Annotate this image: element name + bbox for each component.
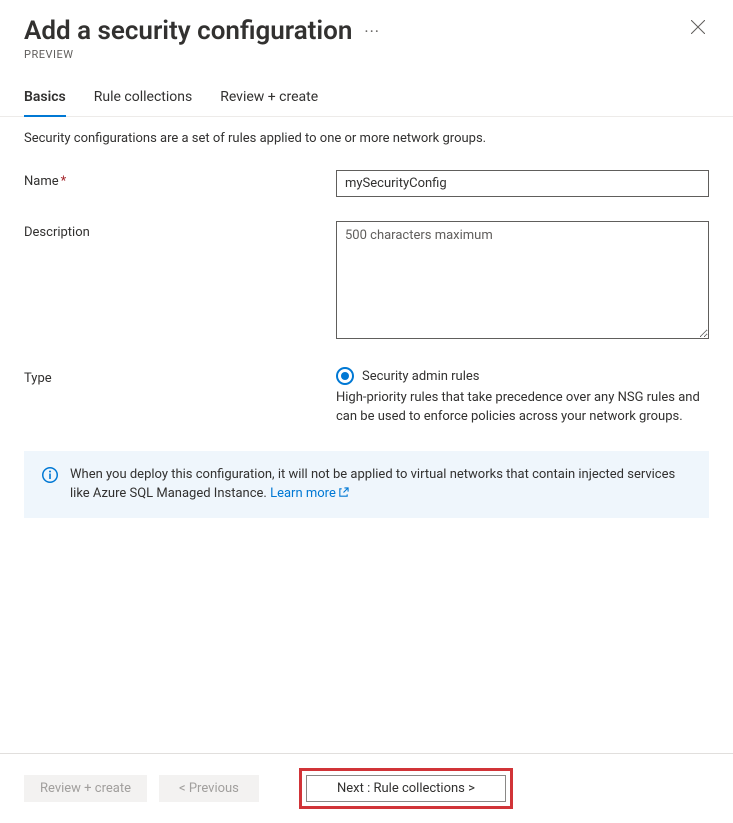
header-left: Add a security configuration ··· PREVIEW [24,16,380,61]
tabs: Basics Rule collections Review + create [0,69,733,117]
radio-security-admin[interactable]: Security admin rules [336,367,709,385]
name-label: Name* [24,170,336,197]
learn-more-text: Learn more [270,486,336,501]
radio-button-icon [336,367,354,385]
description-control [336,221,709,343]
description-label: Description [24,221,336,343]
page-title: Add a security configuration [24,16,352,46]
info-message: When you deploy this configuration, it w… [70,467,675,502]
content: Security configurations are a set of rul… [0,117,733,753]
info-banner: When you deploy this configuration, it w… [24,451,709,518]
name-row: Name* [24,170,709,197]
learn-more-link[interactable]: Learn more [270,486,349,501]
type-row: Type Security admin rules High-priority … [24,367,709,427]
more-icon[interactable]: ··· [364,22,380,41]
highlight-box: Next : Rule collections > [299,768,513,809]
previous-button[interactable]: < Previous [159,775,259,802]
radio-label: Security admin rules [362,369,479,384]
close-icon [691,20,705,34]
preview-label: PREVIEW [24,48,380,61]
description-row: Description [24,221,709,343]
name-control [336,170,709,197]
tab-rule-collections[interactable]: Rule collections [94,89,192,117]
type-label: Type [24,367,336,427]
close-button[interactable] [687,16,709,42]
name-input[interactable] [336,170,709,197]
review-create-button[interactable]: Review + create [24,775,147,802]
footer: Review + create < Previous Next : Rule c… [0,753,733,823]
info-text: When you deploy this configuration, it w… [70,465,691,504]
name-label-text: Name [24,174,59,189]
title-row: Add a security configuration ··· [24,16,380,46]
panel-header: Add a security configuration ··· PREVIEW [0,0,733,69]
tab-review-create[interactable]: Review + create [220,89,318,117]
radio-help-text: High-priority rules that take precedence… [336,389,709,427]
radio-selected-dot [341,372,349,380]
description-input[interactable] [336,221,709,339]
info-icon [42,467,58,483]
type-control: Security admin rules High-priority rules… [336,367,709,427]
tab-basics[interactable]: Basics [24,89,66,117]
next-button[interactable]: Next : Rule collections > [306,775,506,802]
intro-text: Security configurations are a set of rul… [24,131,709,146]
required-asterisk: * [61,174,67,189]
external-link-icon [338,487,349,498]
